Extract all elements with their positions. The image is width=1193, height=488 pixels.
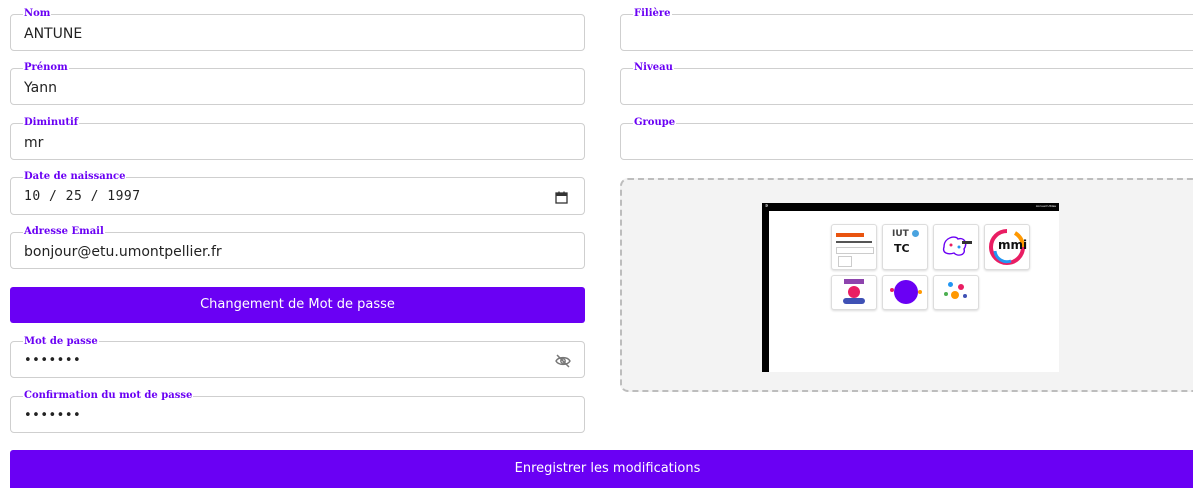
password-label: Mot de passe (23, 336, 99, 348)
nom-label: Nom (23, 8, 52, 20)
confirm-password-field[interactable]: Confirmation du mot de passe ••••••• (10, 390, 585, 433)
prenom-label: Prénom (23, 62, 69, 74)
preview-header (762, 203, 1059, 211)
password-value: ••••••• (24, 353, 82, 368)
save-button[interactable]: Enregistrer les modifications (10, 450, 1193, 488)
eye-off-icon[interactable] (555, 353, 571, 372)
date-naissance-value: 10 / 25 / 1997 (24, 189, 141, 204)
prenom-value: Yann (24, 80, 57, 96)
date-naissance-field[interactable]: Date de naissance 10 / 25 / 1997 (10, 171, 585, 215)
groupe-field[interactable]: Groupe (620, 117, 1193, 160)
niveau-label: Niveau (633, 62, 674, 74)
preview-tile-iut-tc: IUT TC (882, 224, 928, 270)
preview-screenshot: ✲ Accueil Utiles IUT TC mmi (762, 203, 1059, 372)
preview-tile-ent (831, 224, 877, 270)
prenom-field[interactable]: Prénom Yann (10, 62, 585, 105)
image-dropzone[interactable]: ✲ Accueil Utiles IUT TC mmi (620, 178, 1193, 392)
preview-mmi-text: mmi (998, 238, 1028, 252)
preview-tc-text: TC (894, 242, 910, 255)
password-field[interactable]: Mot de passe ••••••• (10, 336, 585, 378)
preview-tile-mmi: mmi (984, 224, 1030, 270)
date-naissance-label: Date de naissance (23, 171, 127, 183)
email-field[interactable]: Adresse Email bonjour@etu.umontpellier.f… (10, 226, 585, 269)
preview-tile-mascotte (831, 275, 877, 310)
preview-logo-icon: ✲ (765, 203, 769, 208)
diminutif-label: Diminutif (23, 117, 80, 129)
confirm-password-value: ••••••• (24, 408, 82, 423)
preview-tile-robot-violet (882, 275, 928, 310)
diminutif-field[interactable]: Diminutif mr (10, 117, 585, 160)
filiere-field[interactable]: Filière (620, 8, 1193, 51)
preview-sidebar (762, 203, 769, 372)
groupe-label: Groupe (633, 117, 677, 129)
filiere-label: Filière (633, 8, 672, 20)
preview-nav-links: Accueil Utiles (1035, 204, 1056, 208)
preview-tile-robot (933, 224, 979, 270)
email-label: Adresse Email (23, 226, 105, 238)
niveau-field[interactable]: Niveau (620, 62, 1193, 105)
nom-field[interactable]: Nom ANTUNE (10, 8, 585, 51)
nom-value: ANTUNE (24, 26, 83, 42)
preview-tile-reseau (933, 275, 979, 310)
email-value: bonjour@etu.umontpellier.fr (24, 244, 222, 260)
calendar-icon[interactable] (555, 189, 568, 208)
diminutif-value: mr (24, 135, 44, 151)
change-password-button[interactable]: Changement de Mot de passe (10, 287, 585, 323)
confirm-password-label: Confirmation du mot de passe (23, 390, 194, 402)
